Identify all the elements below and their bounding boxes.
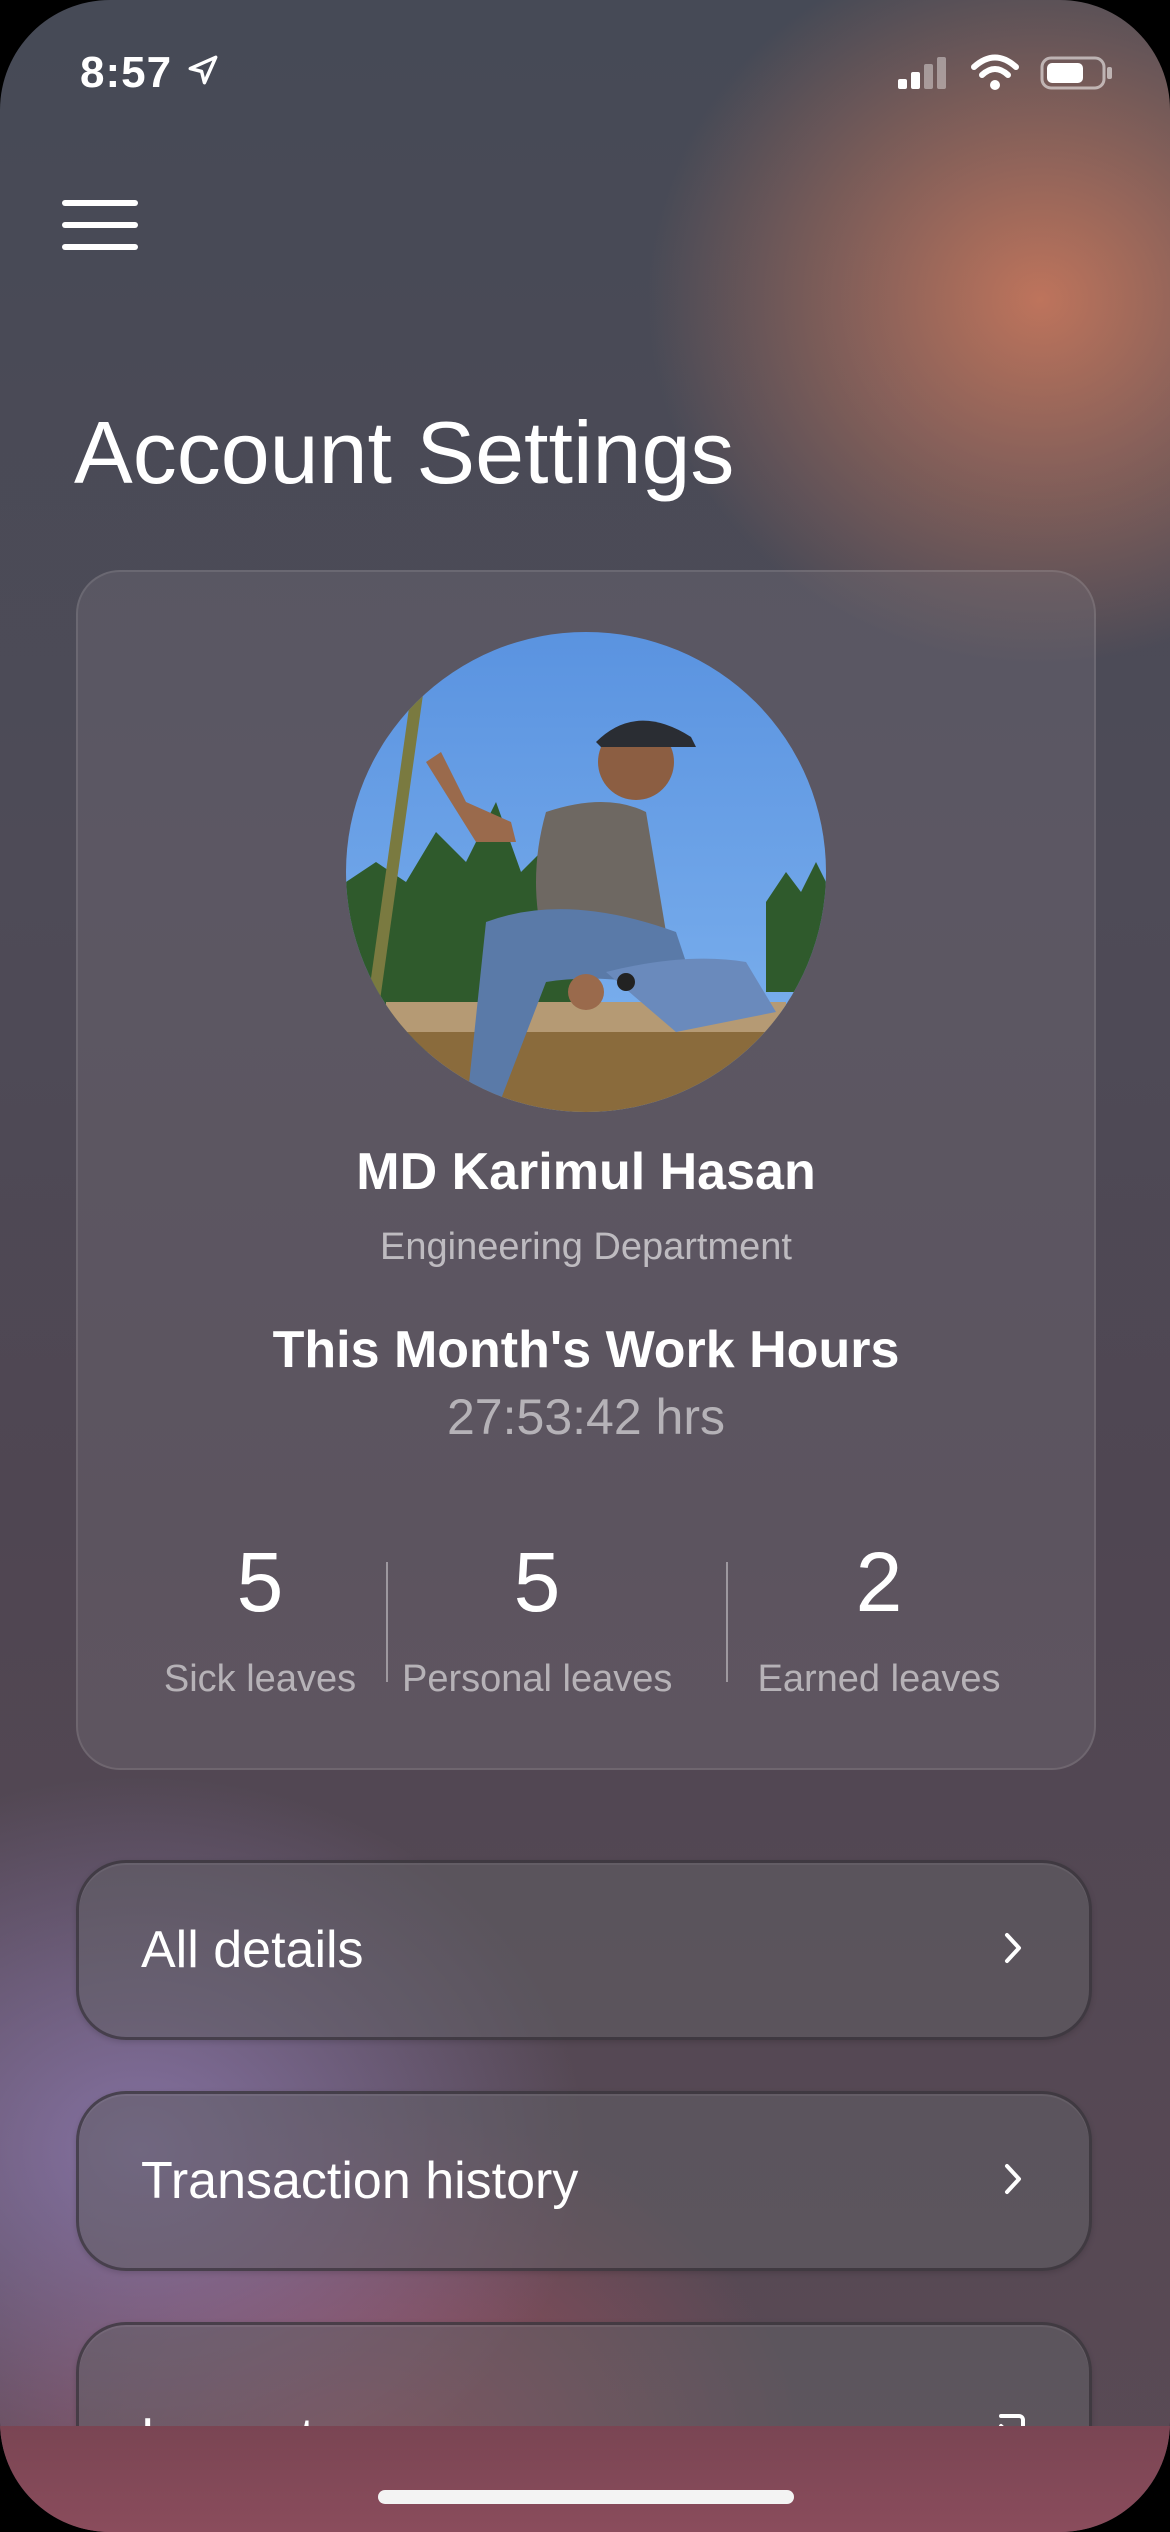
leave-count: 5 (236, 1535, 284, 1629)
leave-stat-sick: 5 Sick leaves (140, 1540, 380, 1701)
leave-divider (726, 1562, 728, 1682)
battery-icon (1040, 55, 1114, 96)
status-icons (896, 54, 1114, 97)
status-time: 8:57 (80, 48, 220, 98)
leave-label: Personal leaves (402, 1658, 673, 1700)
work-hours-title: This Month's Work Hours (272, 1321, 900, 1379)
cellular-signal-icon (896, 55, 950, 96)
leave-stat-earned: 2 Earned leaves (744, 1540, 1014, 1701)
status-time-text: 8:57 (80, 48, 173, 97)
chevron-right-icon (1001, 2162, 1027, 2201)
work-hours-value: 27:53:42 hrs (447, 1389, 725, 1445)
leave-count: 2 (855, 1535, 903, 1629)
user-name: MD Karimul Hasan (356, 1143, 816, 1201)
wifi-icon (970, 54, 1020, 97)
leave-label: Sick leaves (163, 1658, 357, 1700)
transaction-history-label: Transaction history (141, 2152, 579, 2210)
user-department: Engineering Department (380, 1226, 792, 1268)
chevron-right-icon (1001, 1931, 1027, 1970)
location-arrow-icon (186, 48, 220, 98)
avatar[interactable] (346, 632, 826, 1112)
profile-card: MD Karimul Hasan Engineering Department … (76, 570, 1096, 1770)
transaction-history-button[interactable]: Transaction history (76, 2091, 1092, 2271)
bottom-safe-area (0, 2426, 1170, 2532)
all-details-button[interactable]: All details (76, 1860, 1092, 2040)
leave-count: 5 (513, 1535, 561, 1629)
app-screen: 8:57 Account Settings MD Karimul Hasan E… (0, 0, 1170, 2532)
leave-label: Earned leaves (757, 1658, 1001, 1700)
page-title: Account Settings (74, 403, 735, 502)
home-indicator[interactable] (378, 2490, 794, 2504)
leave-divider (386, 1562, 388, 1682)
leave-stat-personal: 5 Personal leaves (402, 1540, 672, 1701)
hamburger-menu-icon[interactable] (62, 200, 138, 252)
all-details-label: All details (141, 1921, 364, 1979)
